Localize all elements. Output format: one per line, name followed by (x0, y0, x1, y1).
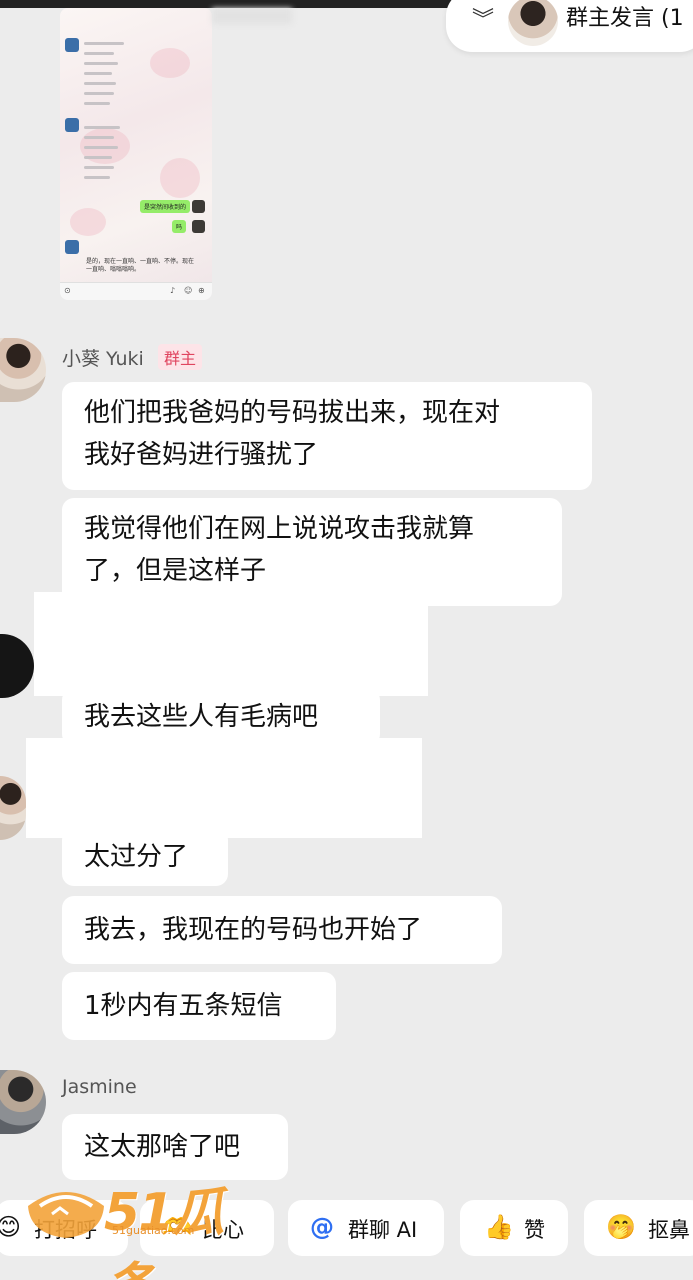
owner-avatar (508, 0, 558, 46)
plus-icon: ⊕ (198, 286, 205, 295)
watermark: 51瓜条 51guatiao.com (22, 1170, 252, 1280)
avatar-yuki[interactable] (0, 776, 26, 840)
watermark-logo-icon (28, 1192, 104, 1238)
message-line: 我好爸妈进行骚扰了 (84, 440, 319, 470)
thumbs-up-icon: 👍 (484, 1213, 514, 1241)
screenshot-green-message: 是突然间收到的 (140, 200, 191, 213)
owner-messages-pill[interactable]: ︾ 群主发言 (1 (446, 0, 693, 52)
quick-reply-group-ai[interactable]: @ 群聊 AI (288, 1200, 444, 1256)
redaction-box (26, 738, 422, 838)
emoji-icon: ☺ (184, 286, 193, 295)
quick-reply-pick-nose[interactable]: 🤭 抠鼻 (584, 1200, 693, 1256)
chevron-double-down-icon: ︾ (472, 8, 495, 33)
message-text: 这太那啥了吧 (84, 1132, 241, 1162)
nose-pick-icon: 🤭 (606, 1213, 636, 1241)
redaction-box (34, 592, 428, 696)
message-bubble[interactable]: 我觉得他们在网上说说攻击我就算 了，但是这样子 (62, 498, 562, 606)
avatar-jasmine[interactable] (0, 1070, 46, 1134)
screenshot-avatar (65, 118, 79, 132)
message-bubble[interactable]: 他们把我爸妈的号码拔出来，现在对 我好爸妈进行骚扰了 (62, 382, 592, 490)
screenshot-input-bar: ⊙ ♪ ☺ ⊕ (60, 282, 212, 300)
voice-icon: ⊙ (64, 286, 71, 295)
message-bubble[interactable]: 我去，我现在的号码也开始了 (62, 896, 502, 964)
mic-icon: ♪ (170, 286, 176, 295)
message-text: 1秒内有五条短信 (84, 991, 283, 1021)
screenshot-avatar (65, 240, 79, 254)
screenshot-text: 是的，现在一直响、一直响、不停。现在一直响、嗡嗡嗡响。 (86, 258, 195, 273)
avatar-yuki[interactable] (0, 338, 46, 402)
watermark-url: 51guatiao.com (112, 1224, 195, 1237)
message-text: 我去，我现在的号码也开始了 (84, 915, 423, 945)
owner-speaking-label: 群主发言 (1 (566, 6, 684, 31)
shared-screenshot-image[interactable]: 是突然间收到的 吗 是的，现在一直响、一直响、不停。现在一直响、嗡嗡嗡响。 ⊙ … (60, 8, 212, 300)
message-bubble[interactable]: 太过分了 (62, 828, 228, 886)
message-line: 他们把我爸妈的号码拔出来，现在对 (84, 398, 501, 428)
message-text: 太过分了 (84, 842, 189, 872)
message-bubble[interactable]: 1秒内有五条短信 (62, 972, 336, 1040)
blurred-area (212, 8, 292, 24)
message-line: 我觉得他们在网上说说攻击我就算 (84, 514, 475, 544)
smile-icon: 😊 (0, 1213, 22, 1241)
sender-name: 小葵 Yuki (62, 348, 144, 370)
avatar-hidden[interactable] (0, 634, 34, 698)
at-icon: @ (310, 1213, 334, 1241)
quick-reply-like[interactable]: 👍 赞 (460, 1200, 568, 1256)
sender-name: Jasmine (62, 1076, 137, 1098)
group-owner-badge: 群主 (158, 344, 203, 370)
message-text: 我去这些人有毛病吧 (84, 702, 319, 732)
screenshot-avatar (65, 38, 79, 52)
message-line: 了，但是这样子 (84, 556, 267, 586)
screenshot-green-message: 吗 (172, 220, 187, 233)
